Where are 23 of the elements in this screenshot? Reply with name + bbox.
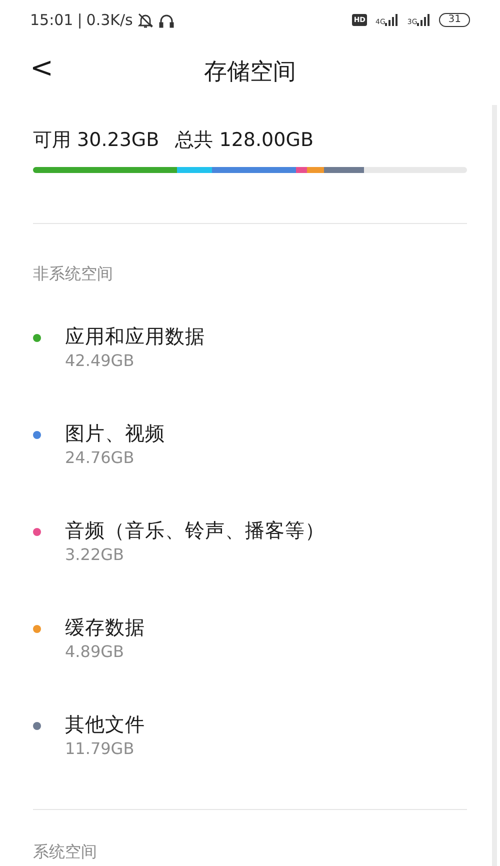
page-title: 存储空间 — [204, 58, 296, 87]
signal-icon — [417, 14, 432, 26]
status-separator: | — [77, 10, 82, 31]
category-name: 缓存数据 — [65, 614, 145, 640]
category-name: 音频（音乐、铃声、播客等） — [65, 518, 325, 544]
network-speed: 0.3K/s — [86, 10, 133, 31]
total-storage: 总共 128.00GB — [175, 128, 314, 153]
section-label: 非系统空间 — [32, 262, 114, 284]
back-button[interactable]: < — [30, 54, 54, 82]
status-time: 15:01 — [30, 10, 74, 31]
muted-bell-icon — [136, 12, 154, 28]
category-name: 应用和应用数据 — [65, 324, 205, 350]
category-size: 11.79GB — [65, 738, 136, 760]
category-name: 其他文件 — [65, 712, 145, 738]
signal-icon — [385, 14, 400, 26]
category-size: 4.89GB — [65, 640, 125, 662]
category-name: 图片、视频 — [65, 420, 165, 446]
available-storage: 可用 30.23GB — [33, 128, 160, 153]
section-label: 系统空间 — [32, 840, 98, 862]
battery-indicator: 31 — [439, 13, 470, 27]
category-size: 42.49GB — [65, 350, 136, 372]
category-size: 24.76GB — [65, 446, 136, 468]
category-size: 3.22GB — [65, 544, 125, 566]
